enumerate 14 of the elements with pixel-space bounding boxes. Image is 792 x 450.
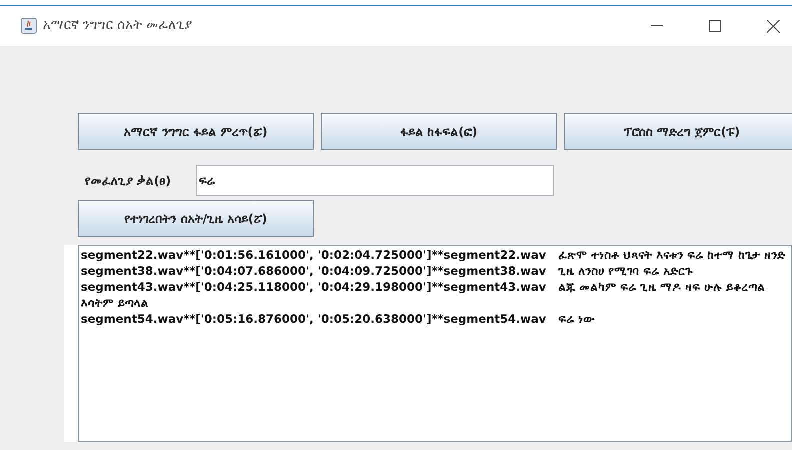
action-button[interactable]: ፋይል ከፋፍል(ፎ) [321, 113, 557, 150]
results-area[interactable] [64, 245, 792, 442]
action-button[interactable]: ፕሮሰስ ማድረግ ጀምር(ፑ) [564, 113, 792, 150]
action-button[interactable]: አማርኛ ንግግር ፋይል ምረጥ(ፚ) [78, 113, 314, 150]
coffee-cup-icon [21, 18, 37, 34]
result-line: segment54.wav**['0:05:16.876000', '0:05:20.638000']**segment54.wav ፍሬ ነው [81, 311, 596, 327]
search-field[interactable]: ፍሬ [196, 165, 554, 196]
result-line: segment38.wav**['0:04:07.686000', '0:04:09.725000']**segment38.wav ጊዜ ለንስሀ የሚገባ ፍሬ አድርጉ [81, 263, 694, 279]
result-line: segment22.wav**['0:01:56.161000', '0:02:04.725000']**segment22.wav ፈጽሞ ተነስቶ ህጻናት እናቱን ፍሬ ከተማ ከጌታ ዘንድ [81, 247, 786, 263]
close-icon[interactable] [767, 20, 780, 32]
show-time-button[interactable]: የተነገረበትን ሰአት/ጊዜ አሳይ(ፘ) [78, 200, 314, 237]
window-title: አማርኛ ንግግር ሰአት መፈለጊያ [43, 17, 192, 36]
search-label: የመፈለጊያ ቃል(ፀ) [85, 172, 172, 190]
maximize-icon[interactable] [709, 20, 721, 32]
